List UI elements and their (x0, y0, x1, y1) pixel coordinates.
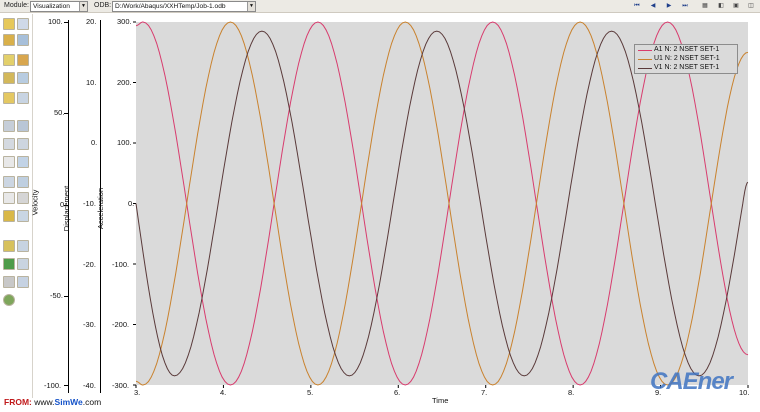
series-line-3 (135, 30, 749, 377)
x-tick-label: 3. (134, 388, 141, 397)
legend-swatch (638, 50, 652, 51)
legend-label: U1 N: 2 NSET SET-1 (654, 55, 720, 62)
url-brand: SimWe (54, 397, 83, 407)
watermark-logo: CAEner (650, 368, 733, 395)
legend-label: V1 N: 2 NSET SET-1 (654, 64, 720, 71)
legend-entry: V1 N: 2 NSET SET-1 (638, 64, 737, 72)
source-credit-prefix: FROM: (4, 397, 32, 407)
url-suffix: .com (82, 397, 102, 407)
x-tick-label: 6. (394, 388, 401, 397)
x-tick-label: 8. (568, 388, 575, 397)
series-line-2 (136, 21, 749, 386)
x-axis-title: Time (432, 396, 449, 405)
source-credit-url[interactable]: www.SimWe.com (34, 397, 101, 407)
x-tick-label: 5. (307, 388, 314, 397)
source-credit: FROM: www.SimWe.com (4, 397, 101, 407)
legend-entry: U1 N: 2 NSET SET-1 (638, 55, 737, 63)
legend-entry: A1 N: 2 NSET SET-1 (638, 46, 737, 54)
legend-swatch (638, 68, 652, 69)
legend-label: A1 N: 2 NSET SET-1 (654, 46, 720, 53)
url-prefix: www. (34, 397, 55, 407)
x-tick-label: 4. (220, 388, 227, 397)
legend-swatch (638, 59, 652, 60)
x-tick-label: 7. (481, 388, 488, 397)
legend[interactable]: A1 N: 2 NSET SET-1 U1 N: 2 NSET SET-1 V1… (634, 44, 738, 74)
series-line-1 (136, 21, 749, 386)
x-tick-label: 10. (739, 388, 750, 397)
